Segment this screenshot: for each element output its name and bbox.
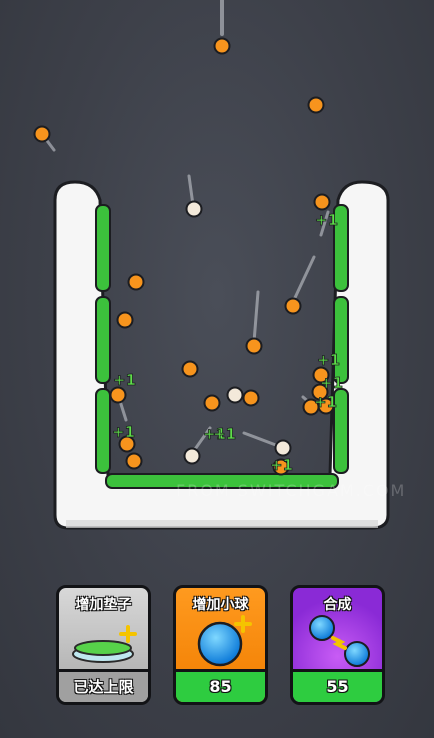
plus-labels: +1 +1 +1 +1 +1 +1 +1 +1 +1 [112,211,344,475]
bonus-ball [274,439,292,457]
add-cushion-status: 已达上限 [59,669,148,702]
ball [213,37,231,55]
ball [284,297,302,315]
ball [33,125,51,143]
bonus-ball [226,386,244,404]
plus-one-label: +1 [112,423,135,441]
merge-button[interactable]: 合成 55 [290,585,385,705]
ball [116,311,134,329]
add-ball-button[interactable]: 增加小球 85 [173,585,268,705]
ball [109,386,127,404]
cushion-plus-icon [72,625,137,663]
pad-right-2 [333,296,349,384]
ball [242,389,260,407]
plus-one-label: +1 [270,456,293,474]
pad-left-1 [95,204,111,292]
plus-one-label: +1 [113,371,136,389]
bonus-ball [183,447,201,465]
ball [181,360,199,378]
plus-one-label: +1 [213,425,236,443]
pad-left-3 [95,388,111,474]
blue-ball-plus-icon [197,615,252,667]
bonus-ball [185,200,203,218]
plus-one-label: +1 [317,351,340,369]
ball [245,337,263,355]
add-ball-price: 85 [176,669,265,702]
add-cushion-title: 增加垫子 [75,597,132,613]
add-cushion-button[interactable]: 增加垫子 已达上限 [56,585,151,705]
ball [307,96,325,114]
plus-one-label: +1 [315,211,338,229]
ball [203,394,221,412]
ball [127,273,145,291]
add-ball-title: 增加小球 [192,597,249,613]
merge-title: 合成 [323,597,352,613]
merge-price: 55 [293,669,382,702]
plus-one-label: +1 [320,374,343,392]
watermark: FROM SWITCHGAM.COM [176,481,407,500]
merge-balls-icon [309,615,370,667]
pad-left-2 [95,296,111,384]
ball [313,193,331,211]
ball [125,452,143,470]
plus-one-label: +1 [314,393,337,411]
